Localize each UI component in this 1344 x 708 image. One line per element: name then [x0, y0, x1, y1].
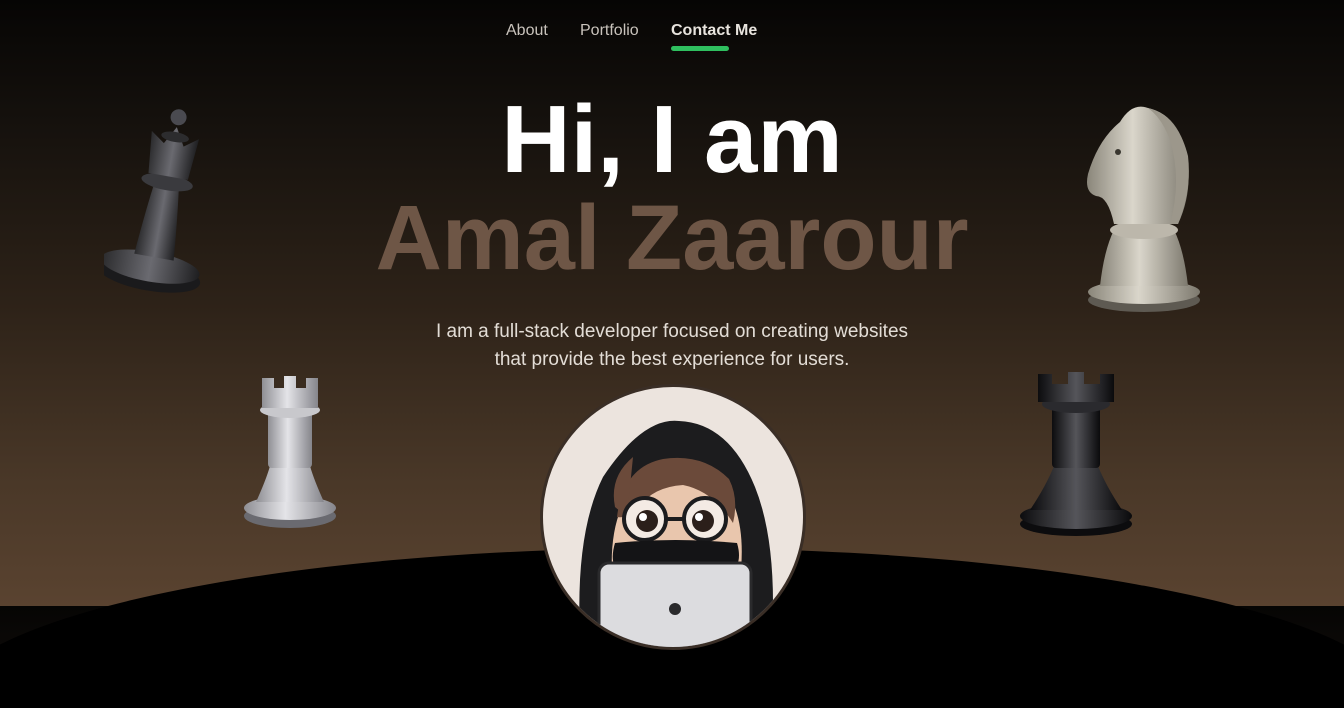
active-nav-indicator [671, 46, 729, 51]
developer-avatar [540, 384, 806, 650]
white-rook-icon [244, 376, 336, 528]
black-rook-icon [1020, 372, 1132, 536]
top-nav: About Portfolio Contact Me [0, 22, 1344, 58]
nav-about-link[interactable]: About [506, 22, 548, 40]
hero-tagline: I am a full-stack developer focused on c… [372, 318, 972, 374]
tagline-line-2: that provide the best experience for use… [494, 349, 850, 370]
hijab-girl-illustration [579, 420, 773, 647]
white-knight-icon [1087, 106, 1200, 312]
nav-portfolio-link[interactable]: Portfolio [580, 22, 639, 40]
tagline-line-1: I am a full-stack developer focused on c… [435, 321, 909, 342]
black-queen-icon [104, 109, 201, 293]
nav-contact-link[interactable]: Contact Me [671, 22, 757, 40]
